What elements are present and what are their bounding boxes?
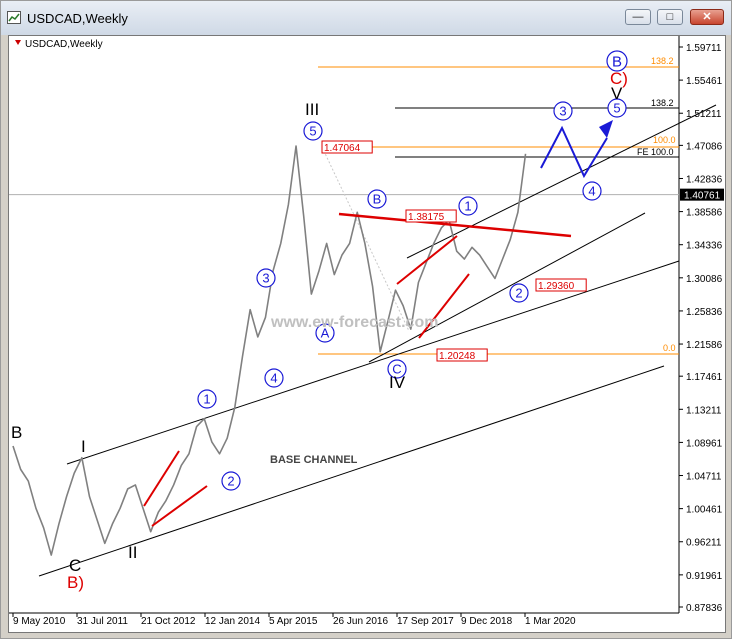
fib-label-138-black: 138.2: [651, 98, 674, 108]
maximize-icon: □: [666, 11, 674, 23]
close-button[interactable]: ✕: [690, 9, 724, 25]
wave-label-B-paren: B): [67, 573, 84, 592]
x-tick-label: 9 May 2010: [13, 616, 66, 627]
projection-arrow-icon: [599, 120, 613, 138]
current-price-label: 1.40761: [684, 191, 721, 202]
chart-area[interactable]: 1.59711 1.55461 1.51211 1.47086 1.42836 1.385…: [8, 35, 726, 633]
base-channel-label: BASE CHANNEL: [270, 454, 358, 466]
wave-circle-4: 4: [270, 371, 277, 386]
wave-circle-1b: 1: [464, 199, 471, 214]
fib-label-0: 0.0: [663, 343, 676, 353]
wave-circle-1: 1: [203, 392, 210, 407]
watermark-text: www.ew-forecast.com: [270, 314, 438, 331]
projection-path: [540, 125, 608, 179]
x-tick-label: 21 Oct 2012: [141, 616, 196, 627]
chart-window: USDCAD,Weekly — □ ✕ 1.59711 1.55461 1.5121…: [0, 0, 732, 639]
close-icon: ✕: [702, 11, 712, 23]
helper-line: [321, 146, 410, 332]
wave-circle-4b: 4: [588, 184, 595, 199]
y-tick-label: 1.00461: [686, 505, 723, 516]
x-tick-label: 12 Jan 2014: [205, 616, 260, 627]
y-tick-label: 1.42836: [686, 174, 723, 185]
y-tick-label: 1.55461: [686, 76, 723, 87]
wave-circle-3b: 3: [559, 104, 566, 119]
y-tick-label: 0.91961: [686, 571, 723, 582]
price-label-138175: 1.38175: [408, 212, 445, 223]
price-label-129360: 1.29360: [538, 281, 575, 292]
y-tick-label: 0.87836: [686, 603, 723, 614]
x-tick-label: 31 Jul 2011: [77, 616, 128, 627]
y-tick-label: 1.04711: [686, 472, 722, 483]
y-tick-label: 1.38586: [686, 208, 723, 219]
window-title: USDCAD,Weekly: [27, 11, 128, 26]
y-tick-label: 1.08961: [686, 438, 723, 449]
fib-label-138-orange: 138.2: [651, 56, 674, 66]
y-tick-label: 1.34336: [686, 241, 723, 252]
red-trendline-1a: [143, 450, 180, 507]
fib-label-fe100: FE 100.0: [637, 147, 674, 157]
y-tick-label: 1.25836: [686, 307, 723, 318]
minimize-button[interactable]: —: [625, 9, 651, 25]
wave-roman-IV: IV: [389, 373, 406, 392]
x-tick-label: 26 Jun 2016: [333, 616, 388, 627]
wave-roman-III: III: [305, 100, 319, 119]
price-chart[interactable]: 1.597111.554611.512111.470861.428361.385…: [9, 36, 725, 632]
wave-circle-2b: 2: [515, 286, 522, 301]
maximize-button[interactable]: □: [657, 9, 683, 25]
window-titlebar[interactable]: USDCAD,Weekly — □ ✕: [1, 1, 731, 35]
x-tick-label: 5 Apr 2015: [269, 616, 318, 627]
wave-circle-B-large: B: [612, 53, 622, 70]
wave-circle-B: B: [373, 192, 382, 207]
red-trendline-2a: [396, 235, 458, 285]
y-tick-label: 1.47086: [686, 141, 723, 152]
minimize-icon: —: [632, 11, 644, 23]
y-tick-label: 1.17461: [686, 372, 723, 383]
y-tick-label: 1.13211: [686, 405, 722, 416]
wave-circle-2: 2: [227, 474, 234, 489]
fib-label-100: 100.0: [653, 135, 676, 145]
price-label-120248: 1.20248: [439, 351, 476, 362]
wave-circle-3: 3: [262, 271, 269, 286]
x-tick-label: 17 Sep 2017: [397, 616, 454, 627]
y-tick-label: 1.21586: [686, 340, 723, 351]
chart-title: USDCAD,Weekly: [25, 39, 103, 50]
x-tick-label: 9 Dec 2018: [461, 616, 513, 627]
y-tick-label: 1.30086: [686, 274, 723, 285]
chart-app-icon: [7, 11, 21, 24]
x-tick-label: 1 Mar 2020: [525, 616, 576, 627]
wave-label-C-paren: C): [610, 69, 628, 88]
wave-roman-II: II: [128, 543, 137, 562]
y-tick-label: 0.96211: [686, 538, 722, 549]
price-label-147064: 1.47064: [324, 143, 361, 154]
red-trendline-1b: [151, 485, 208, 527]
chart-title-triangle-icon: [15, 40, 21, 45]
wave-circle-5: 5: [309, 124, 316, 139]
wave-label-B: B: [11, 423, 22, 442]
wave-roman-I: I: [81, 437, 86, 456]
y-tick-label: 1.59711: [686, 43, 722, 54]
wave-channel-lower-line: [368, 212, 646, 363]
